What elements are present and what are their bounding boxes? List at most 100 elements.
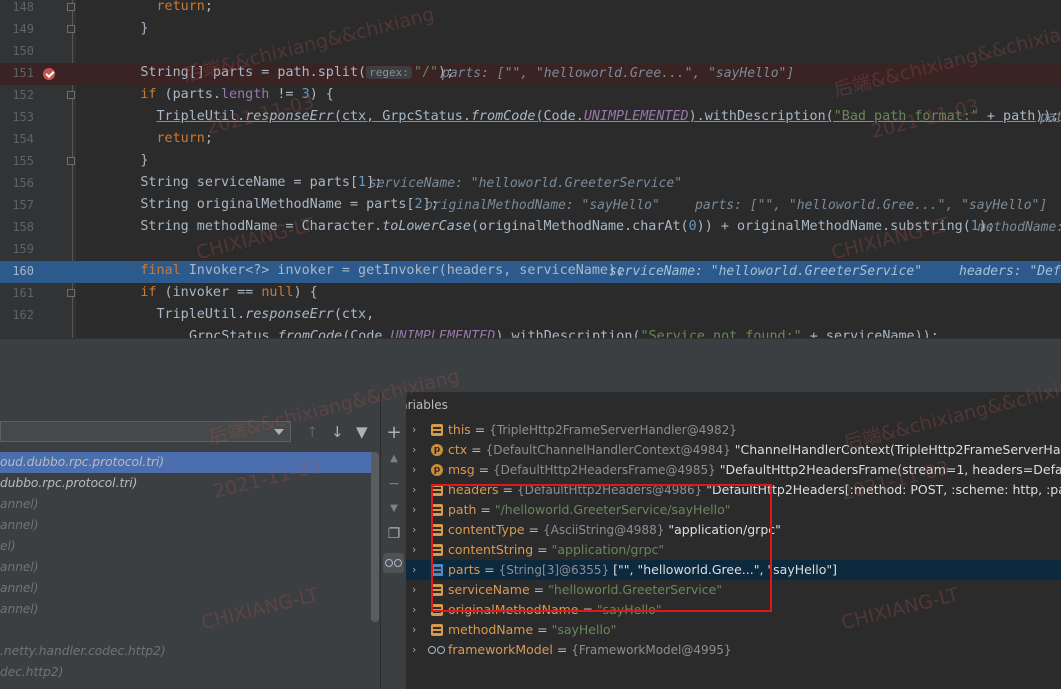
code-line[interactable]: 148 return; xyxy=(0,0,1061,19)
expand-arrow-icon[interactable]: › xyxy=(412,603,416,616)
line-number: 159 xyxy=(12,242,34,256)
debug-toolbar xyxy=(0,368,1061,393)
code-line[interactable]: 150 xyxy=(0,41,1061,63)
line-number: 153 xyxy=(12,110,34,124)
frames-scrollbar[interactable] xyxy=(371,452,379,622)
code-line[interactable]: 158 String methodName = Character.toLowe… xyxy=(0,217,1061,239)
code-line-breakpoint[interactable]: 151 String[] parts = path.split(regex: "/… xyxy=(0,63,1061,85)
line-number: 160 xyxy=(12,264,34,278)
filter-icon[interactable]: ▼ xyxy=(356,423,368,441)
frames-toolbar: ↑ ↓ ▼ xyxy=(0,419,380,443)
show-watches-button[interactable] xyxy=(383,553,404,573)
code-line[interactable]: 159 xyxy=(0,239,1061,261)
code-line[interactable]: 156 String serviceName = parts[1]; servi… xyxy=(0,173,1061,195)
expand-arrow-icon[interactable]: › xyxy=(412,523,416,536)
stack-frame-row[interactable]: annel) xyxy=(0,494,372,515)
glasses-icon xyxy=(428,646,446,654)
move-up-icon[interactable]: ▲ xyxy=(386,451,402,467)
code-text: TripleUtil.responseErr(ctx, xyxy=(92,307,375,322)
thread-selector[interactable] xyxy=(0,421,291,442)
variable-row[interactable]: › originalMethodName = "sayHello" xyxy=(406,600,1061,620)
expand-arrow-icon[interactable]: › xyxy=(412,503,416,516)
code-line[interactable]: 149 } xyxy=(0,19,1061,41)
code-text: String originalMethodName = parts[2]; xyxy=(92,197,439,212)
inline-value-hint: serviceName: "helloworld.GreeterService" xyxy=(369,176,683,191)
line-number: 148 xyxy=(12,0,34,14)
variable-row[interactable]: › this = {TripleHttp2FrameServerHandler@… xyxy=(406,420,1061,440)
code-text: if (parts.length != 3) { xyxy=(140,87,334,102)
expand-arrow-icon[interactable]: › xyxy=(412,643,416,656)
stack-frame-row[interactable]: .netty.handler.codec.http2) xyxy=(0,641,372,662)
variable-row[interactable]: › frameworkModel = {FrameworkModel@4995} xyxy=(406,640,1061,660)
variable-row[interactable]: › contentType = {AsciiString@4988} "appl… xyxy=(406,520,1061,540)
variable-row[interactable]: › path = "/helloworld.GreeterService/say… xyxy=(406,500,1061,520)
array-icon xyxy=(431,564,443,576)
move-down-icon[interactable]: ▼ xyxy=(386,501,402,517)
line-number: 154 xyxy=(12,132,34,146)
inline-value-hint: parts: ["", "helloworld.Gree...", "sayHe… xyxy=(442,66,795,81)
expand-arrow-icon[interactable]: › xyxy=(412,543,416,556)
inline-value-hint: serviceName: "helloworld.GreeterService" xyxy=(609,264,923,279)
frames-panel: ↑ ↓ ▼ oud.dubbo.rpc.protocol.tri) dubbo.… xyxy=(0,392,380,689)
stack-frame-row[interactable]: annel) xyxy=(0,599,372,620)
field-icon xyxy=(431,584,443,596)
variable-row[interactable]: › methodName = "sayHello" xyxy=(406,620,1061,640)
chevron-down-icon xyxy=(274,429,284,435)
code-line[interactable]: 162 TripleUtil.responseErr(ctx, xyxy=(0,305,1061,327)
stack-frame-row[interactable]: dec.http2) xyxy=(0,662,372,683)
execution-point-line[interactable]: 160 final Invoker<?> invoker = getInvoke… xyxy=(0,261,1061,283)
expand-arrow-icon[interactable]: › xyxy=(412,583,416,596)
field-icon xyxy=(431,484,443,496)
code-line[interactable]: 161 if (invoker == null) { xyxy=(0,283,1061,305)
line-number: 158 xyxy=(12,220,34,234)
line-number: 162 xyxy=(12,308,34,322)
expand-arrow-icon[interactable]: › xyxy=(412,563,416,576)
breakpoint-icon[interactable] xyxy=(43,68,55,80)
variable-row[interactable]: › contentString = "application/grpc" xyxy=(406,540,1061,560)
stack-frame-row[interactable]: annel) xyxy=(0,578,372,599)
code-line[interactable]: 152 if (parts.length != 3) { xyxy=(0,85,1061,107)
arrow-up-icon[interactable]: ↑ xyxy=(306,423,319,441)
field-icon xyxy=(431,624,443,636)
parameter-icon: p xyxy=(431,464,443,476)
code-text: return; xyxy=(156,131,213,146)
expand-arrow-icon[interactable]: › xyxy=(412,443,416,456)
line-number: 149 xyxy=(12,22,34,36)
fold-marker-icon[interactable] xyxy=(67,91,75,99)
code-line[interactable]: 153 TripleUtil.responseErr(ctx, GrpcStat… xyxy=(0,107,1061,129)
add-watch-icon[interactable]: + xyxy=(386,424,402,442)
fold-marker-icon[interactable] xyxy=(67,3,75,11)
expand-arrow-icon[interactable]: › xyxy=(412,423,416,436)
field-icon xyxy=(431,544,443,556)
stack-frame-row[interactable]: annel) xyxy=(0,557,372,578)
variable-row[interactable]: › p msg = {DefaultHttp2HeadersFrame@4985… xyxy=(406,460,1061,480)
inline-value-hint: pat xyxy=(1040,110,1061,125)
parameter-icon: p xyxy=(431,444,443,456)
fold-marker-icon[interactable] xyxy=(67,157,75,165)
code-line[interactable]: 155 } xyxy=(0,151,1061,173)
stack-frame-row[interactable]: oud.dubbo.rpc.protocol.tri) xyxy=(0,452,372,473)
inline-value-hint: originalMethodName: "sayHello" xyxy=(425,198,660,213)
line-number: 161 xyxy=(12,286,34,300)
expand-arrow-icon[interactable]: › xyxy=(412,463,416,476)
stack-frame-row[interactable]: annel) xyxy=(0,515,372,536)
fold-marker-icon[interactable] xyxy=(67,25,75,33)
variable-row[interactable]: › serviceName = "helloworld.GreeterServi… xyxy=(406,580,1061,600)
field-icon xyxy=(431,604,443,616)
expand-arrow-icon[interactable]: › xyxy=(412,623,416,636)
fold-marker-icon[interactable] xyxy=(67,289,75,297)
expand-arrow-icon[interactable]: › xyxy=(412,483,416,496)
code-line[interactable]: GrpcStatus.fromCode(Code.UNIMPLEMENTED).… xyxy=(0,327,1061,338)
copy-icon[interactable]: ❐ xyxy=(386,526,402,542)
code-text: String serviceName = parts[1]; xyxy=(92,175,383,190)
variable-row[interactable]: › headers = {DefaultHttp2Headers@4986} "… xyxy=(406,480,1061,500)
variable-row[interactable]: › p ctx = {DefaultChannelHandlerContext@… xyxy=(406,440,1061,460)
code-line[interactable]: 157 String originalMethodName = parts[2]… xyxy=(0,195,1061,217)
code-line[interactable]: 154 return; xyxy=(0,129,1061,151)
stack-frame-row[interactable]: dubbo.rpc.protocol.tri) xyxy=(0,473,372,494)
stack-frame-row[interactable]: el) xyxy=(0,536,372,557)
arrow-down-icon[interactable]: ↓ xyxy=(331,423,344,441)
variable-row-selected[interactable]: › parts = {String[3]@6355} ["", "hellowo… xyxy=(406,560,1061,580)
code-editor[interactable]: 148 return; 149 } 150 151 String[] parts… xyxy=(0,0,1061,338)
minus-icon[interactable]: − xyxy=(386,476,402,492)
